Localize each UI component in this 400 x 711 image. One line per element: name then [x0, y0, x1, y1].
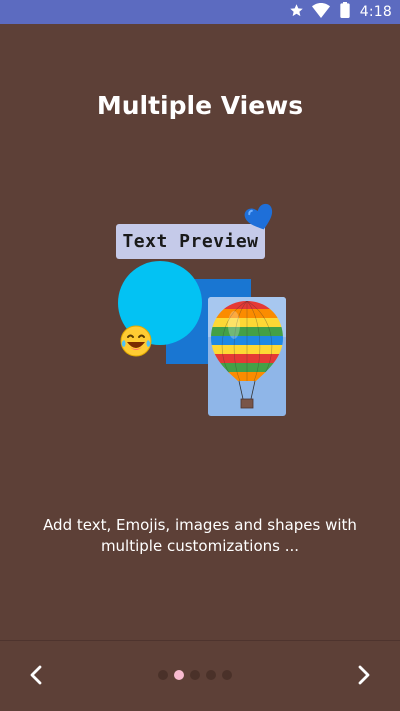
page-dot	[190, 670, 200, 680]
square-shape	[166, 279, 251, 364]
page-dot	[206, 670, 216, 680]
bottom-divider	[0, 640, 400, 641]
page-indicator	[158, 669, 238, 681]
next-button[interactable]	[344, 655, 384, 695]
chevron-left-icon	[30, 665, 42, 685]
heart-icon	[243, 201, 277, 239]
chevron-right-icon	[358, 665, 370, 685]
page-title: Multiple Views	[96, 91, 304, 120]
feature-description: Add text, Emojis, images and shapes with…	[43, 516, 357, 555]
text-preview-label: Text Preview	[122, 231, 259, 252]
page-dot-active	[174, 670, 184, 680]
status-bar: 4:18	[0, 0, 400, 24]
circle-shape	[118, 261, 202, 345]
balloon-image	[208, 297, 286, 416]
previous-button[interactable]	[16, 655, 56, 695]
laughing-emoji-icon	[118, 323, 154, 363]
status-time: 4:18	[359, 4, 392, 20]
star-icon	[289, 3, 304, 22]
page-dot	[158, 670, 168, 680]
wifi-icon	[311, 2, 330, 22]
text-preview-card: Text Preview	[116, 224, 265, 259]
page-dot	[222, 670, 232, 680]
battery-icon	[338, 2, 352, 22]
